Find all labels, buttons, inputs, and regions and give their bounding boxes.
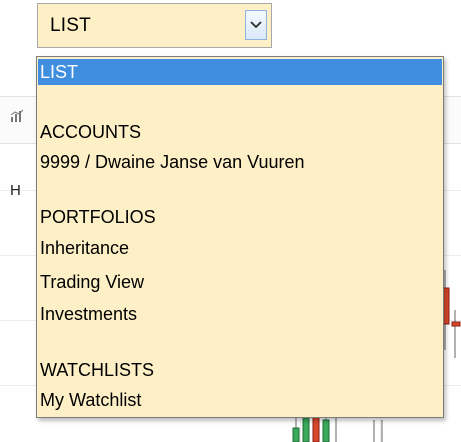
option-account-9999[interactable]: 9999 / Dwaine Janse van Vuuren [38, 149, 442, 175]
chart-icon[interactable] [10, 109, 24, 123]
list-select-value: LIST [50, 15, 91, 36]
group-heading-accounts: ACCOUNTS [40, 122, 142, 142]
option-portfolio-inheritance[interactable]: Inheritance [38, 235, 442, 261]
group-heading-watchlists: WATCHLISTS [40, 360, 155, 380]
option-spacer [38, 175, 442, 201]
option-watchlist-my-watchlist[interactable]: My Watchlist [38, 387, 442, 413]
option-list[interactable]: LIST [38, 59, 442, 85]
chevron-down-icon[interactable] [245, 10, 267, 40]
ohlc-label: H [10, 182, 21, 199]
list-dropdown[interactable]: LIST ACCOUNTS 9999 / Dwaine Janse van Vu… [36, 56, 444, 418]
option-spacer [38, 327, 442, 353]
option-portfolio-investments[interactable]: Investments [38, 301, 442, 327]
list-select[interactable]: LIST [37, 3, 272, 48]
group-heading-portfolios: PORTFOLIOS [40, 207, 156, 227]
option-spacer [38, 87, 442, 113]
option-portfolio-trading-view[interactable]: Trading View [38, 269, 442, 295]
